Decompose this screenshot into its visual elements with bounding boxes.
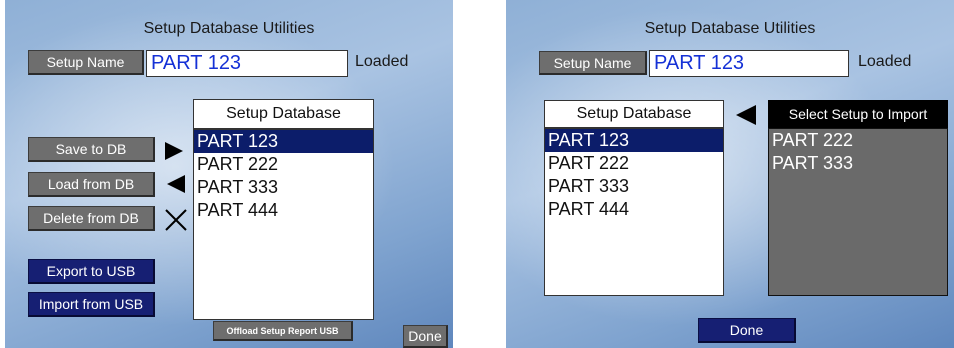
page-title: Setup Database Utilities [644,20,816,37]
offload-setup-report-button[interactable]: Offload Setup Report USB [213,321,353,341]
load-status-text: Loaded [858,53,912,70]
setup-database-list[interactable]: PART 123 PART 222 PART 333 PART 444 [193,129,374,320]
list-item[interactable]: PART 444 [545,198,723,221]
list-item[interactable]: PART 444 [194,199,373,222]
load-from-db-button[interactable]: Load from DB [28,172,155,197]
setup-name-field[interactable]: PART 123 [649,50,849,77]
select-setup-to-import-header: Select Setup to Import [768,100,948,128]
delete-from-db-button[interactable]: Delete from DB [28,206,155,231]
setup-database-header: Setup Database [544,100,724,128]
done-button[interactable]: Done [698,318,796,343]
arrow-left-icon [736,105,756,125]
import-setup-list[interactable]: PART 222 PART 333 [768,128,948,296]
save-to-db-button[interactable]: Save to DB [28,137,155,162]
setup-name-field[interactable]: PART 123 [146,50,348,77]
list-item-selected[interactable]: PART 123 [194,130,373,153]
arrow-left-icon [167,175,185,193]
list-item-selected[interactable]: PART 123 [545,129,723,152]
list-item[interactable]: PART 222 [194,153,373,176]
arrow-right-icon [165,142,183,160]
list-item[interactable]: PART 333 [769,152,947,175]
setup-name-button[interactable]: Setup Name [539,51,647,75]
done-button[interactable]: Done [403,325,448,348]
list-item[interactable]: PART 222 [769,129,947,152]
x-mark-icon [165,209,187,231]
load-status-text: Loaded [355,53,409,70]
list-item[interactable]: PART 333 [194,176,373,199]
list-item[interactable]: PART 333 [545,175,723,198]
setup-name-button[interactable]: Setup Name [28,50,144,75]
import-from-usb-button[interactable]: Import from USB [28,292,155,317]
page-title: Setup Database Utilities [143,20,315,37]
setup-database-list[interactable]: PART 123 PART 222 PART 333 PART 444 [544,128,724,296]
setup-db-utilities-panel-left: Setup Database Utilities Setup Name PART… [5,0,453,348]
setup-database-header: Setup Database [193,99,374,129]
setup-db-utilities-panel-right: Setup Database Utilities Setup Name PART… [506,0,954,348]
list-item[interactable]: PART 222 [545,152,723,175]
export-to-usb-button[interactable]: Export to USB [28,259,155,284]
